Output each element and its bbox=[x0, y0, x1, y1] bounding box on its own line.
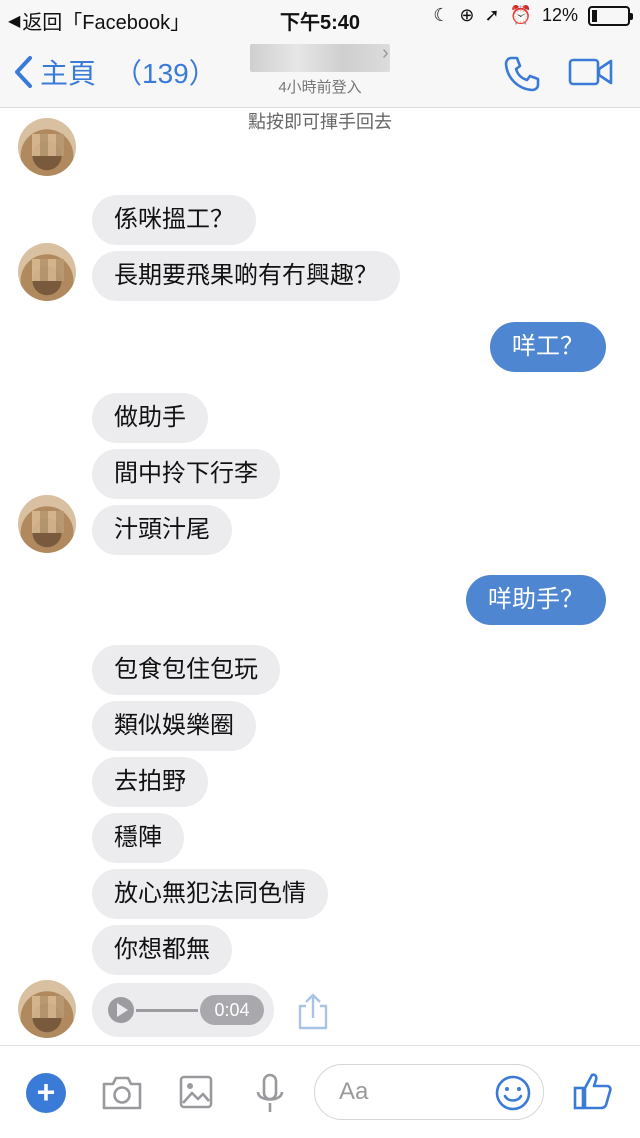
message-bubble[interactable]: 係咪搵工？ bbox=[92, 195, 256, 245]
avatar[interactable] bbox=[18, 118, 76, 176]
message-bubble[interactable]: 長期要飛果啲有冇興趣？ bbox=[92, 251, 400, 301]
image-icon[interactable] bbox=[178, 1074, 214, 1110]
message-bubble[interactable]: 放心無犯法同色情 bbox=[92, 869, 328, 919]
message-bubble[interactable]: 穩陣 bbox=[92, 813, 184, 863]
message-bubble[interactable]: 你想都無 bbox=[92, 925, 232, 975]
thumbs-up-icon[interactable] bbox=[572, 1070, 614, 1112]
contact-info[interactable]: 4小時前登入 bbox=[240, 42, 400, 97]
microphone-icon[interactable] bbox=[254, 1072, 286, 1116]
chevron-right-icon: › bbox=[382, 42, 389, 64]
emoji-icon[interactable] bbox=[493, 1073, 533, 1113]
camera-icon[interactable] bbox=[100, 1074, 144, 1112]
message-composer: + bbox=[0, 1045, 640, 1138]
message-bubble[interactable]: 汁頭汁尾 bbox=[92, 505, 232, 555]
status-bar: ◀ 返回「Facebook」 下午5:40 ☾ ⊕ ➚ ⏰ 12% bbox=[0, 0, 640, 36]
plus-icon[interactable]: + bbox=[26, 1073, 66, 1113]
message-bubble[interactable]: 類似娛樂圈 bbox=[92, 701, 256, 751]
rotation-lock-icon: ⊕ bbox=[459, 5, 475, 25]
audio-progress-track[interactable] bbox=[136, 1009, 198, 1012]
message-bubble[interactable]: 間中拎下行李 bbox=[92, 449, 280, 499]
battery-percent: 12% bbox=[541, 5, 578, 25]
message-bubble-outgoing[interactable]: 咩工？ bbox=[490, 322, 606, 372]
message-bubble[interactable]: 包食包住包玩 bbox=[92, 645, 280, 695]
message-input-container[interactable] bbox=[314, 1064, 544, 1120]
unread-count: （139） bbox=[114, 58, 217, 89]
avatar[interactable] bbox=[18, 243, 76, 301]
message-input[interactable] bbox=[339, 1077, 489, 1107]
chevron-left-icon bbox=[15, 56, 32, 88]
phone-icon[interactable] bbox=[502, 54, 542, 94]
do-not-disturb-icon: ☾ bbox=[433, 5, 450, 25]
wave-back-hint[interactable]: 點按即可揮手回去 bbox=[0, 108, 640, 134]
message-thread[interactable]: 點按即可揮手回去 係咪搵工？ 長期要飛果啲有冇興趣？ 咩工？ 做助手 間中拎下行… bbox=[0, 108, 640, 1045]
last-seen-status: 4小時前登入 bbox=[278, 79, 362, 96]
video-camera-icon[interactable] bbox=[568, 56, 614, 88]
location-icon: ➚ bbox=[484, 5, 500, 25]
message-bubble[interactable]: 做助手 bbox=[92, 393, 208, 443]
status-icons: ☾ ⊕ ➚ ⏰ 12% bbox=[433, 5, 633, 26]
message-bubble-outgoing[interactable]: 咩助手？ bbox=[466, 575, 606, 625]
conversation-header: 主頁 （139） 4小時前登入 › bbox=[0, 36, 640, 108]
battery-icon bbox=[588, 5, 633, 26]
voice-message[interactable]: 0:04 bbox=[92, 983, 274, 1037]
avatar[interactable] bbox=[18, 980, 76, 1038]
play-icon[interactable] bbox=[108, 997, 134, 1023]
audio-duration: 0:04 bbox=[200, 995, 264, 1025]
contact-name-blurred bbox=[250, 44, 390, 72]
alarm-icon: ⏰ bbox=[509, 5, 532, 25]
avatar[interactable] bbox=[18, 495, 76, 553]
back-label: 主頁 bbox=[40, 58, 97, 89]
message-bubble[interactable]: 去拍野 bbox=[92, 757, 208, 807]
share-icon[interactable] bbox=[296, 992, 330, 1032]
back-to-home-button[interactable]: 主頁 （139） bbox=[12, 52, 217, 92]
